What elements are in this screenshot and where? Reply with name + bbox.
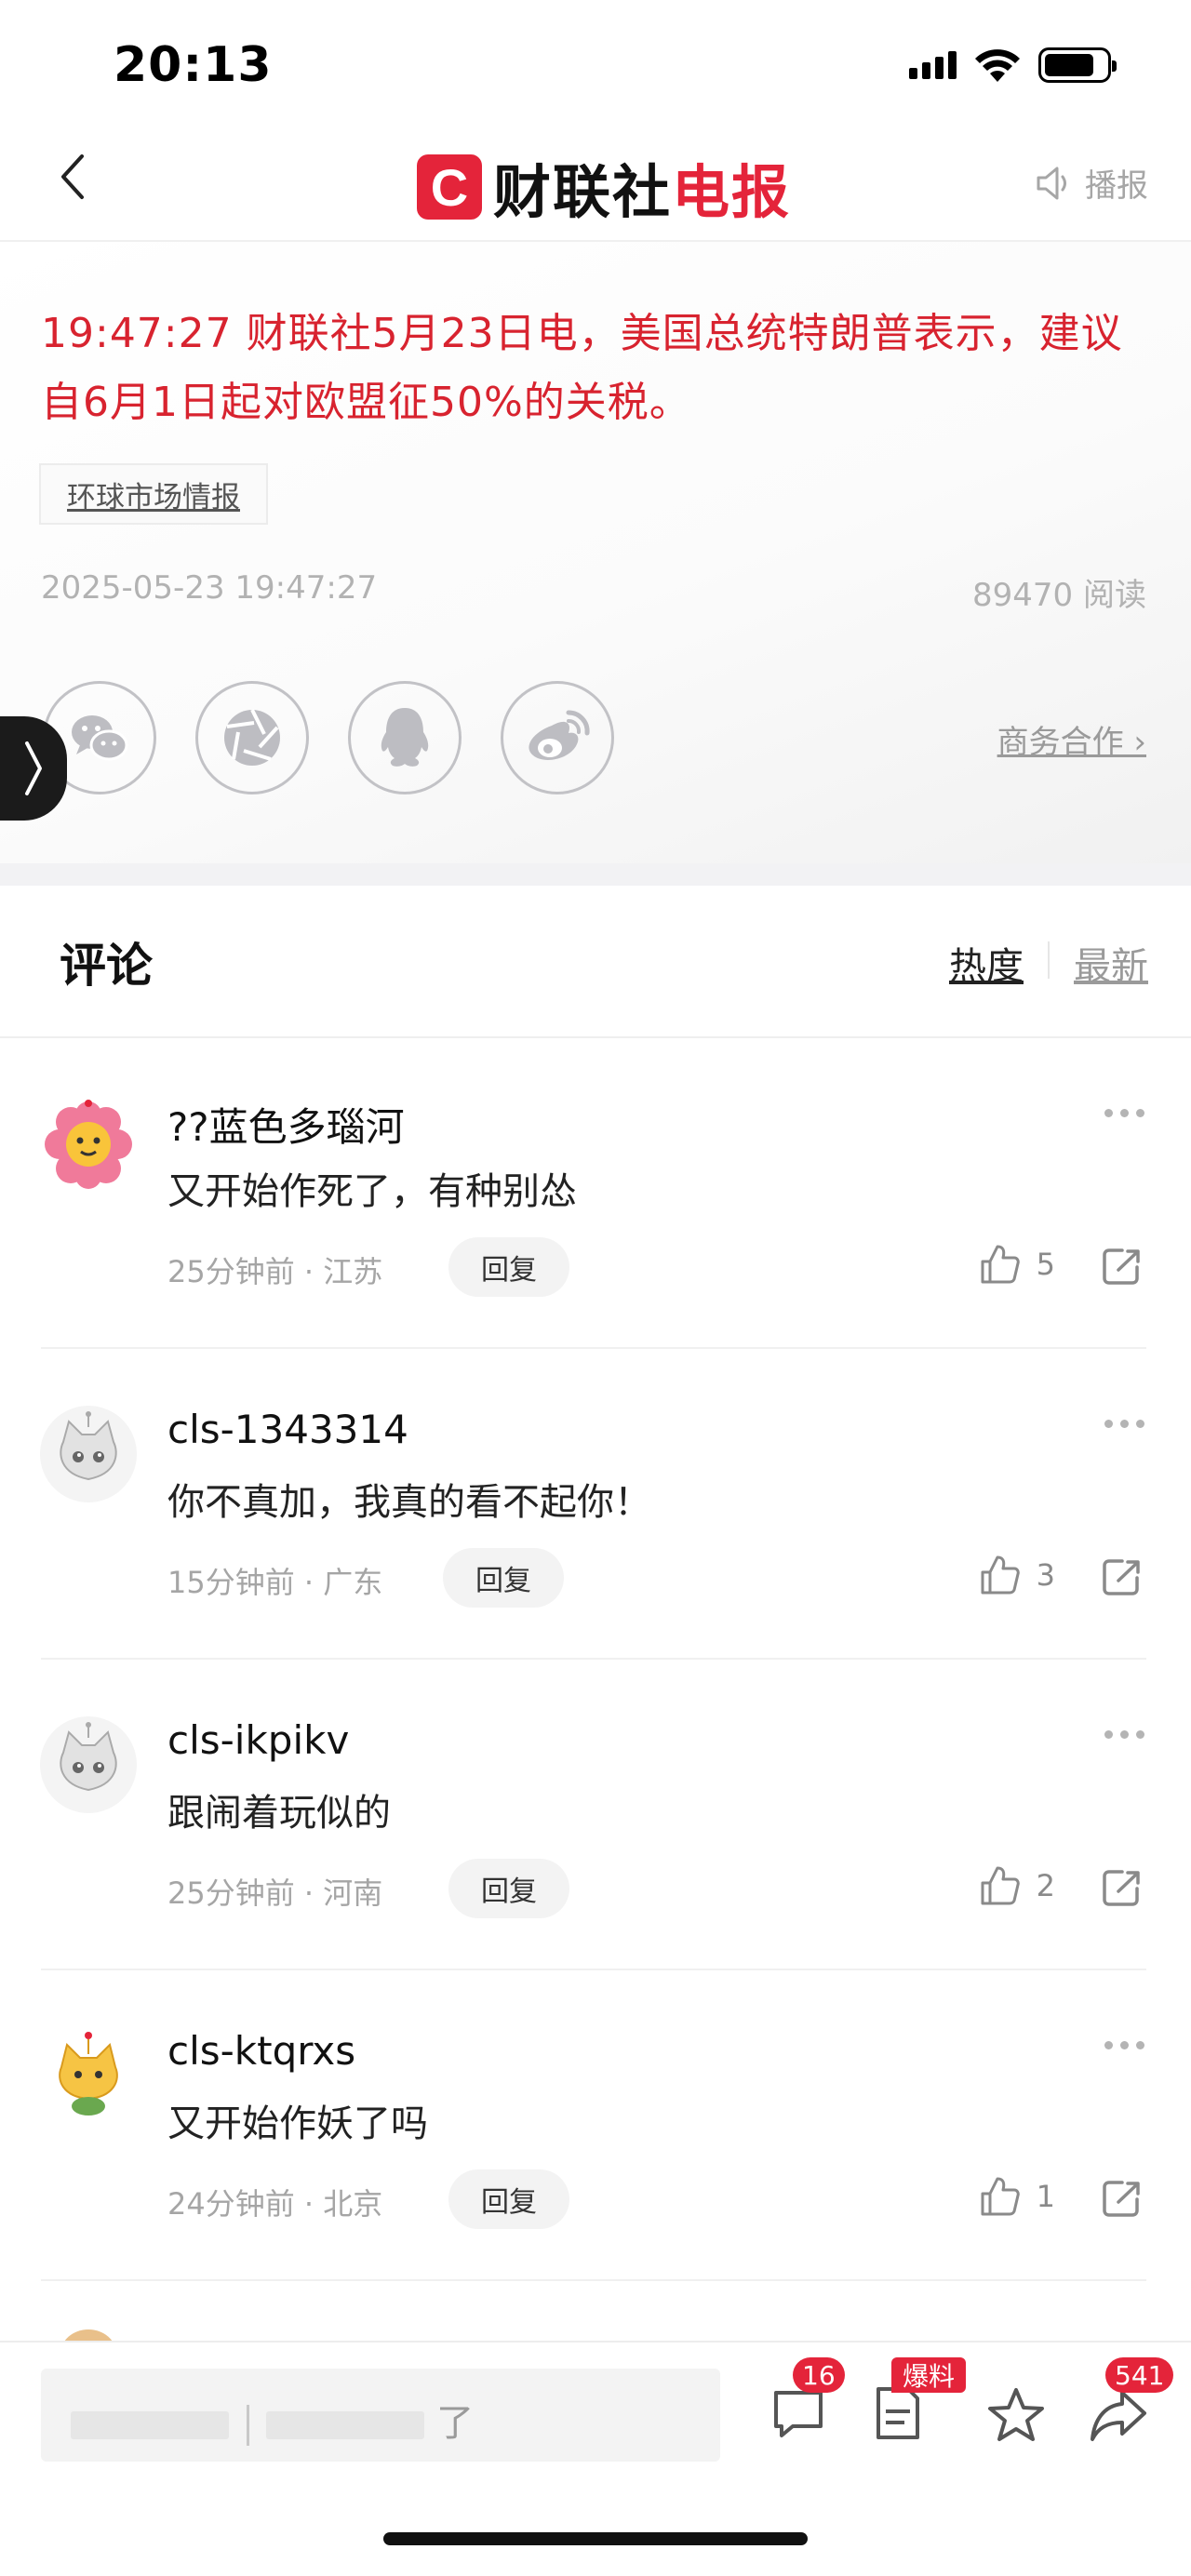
comment-meta: 24分钟前 · 北京	[167, 2186, 383, 2222]
floating-side-tab[interactable]	[0, 716, 67, 821]
like-count: 3	[1036, 1557, 1055, 1593]
section-divider	[0, 863, 1191, 886]
sort-by-hot-tab[interactable]: 热度	[949, 936, 1024, 990]
cellular-signal-icon	[909, 51, 957, 79]
thumbs-up-icon	[981, 1555, 1020, 1595]
comment-item: cls-ikpikv 跟闹着玩似的 25分钟前 · 河南 回复 2	[0, 1660, 1191, 1970]
comment-username[interactable]: cls-ktqrxs	[167, 2028, 355, 2074]
thumbs-up-icon	[981, 1245, 1020, 1284]
weibo-icon	[529, 710, 590, 760]
like-count: 5	[1036, 1247, 1055, 1282]
sort-divider	[1048, 941, 1050, 979]
share-icon[interactable]	[1100, 2177, 1143, 2220]
comment-item: cls-1343314 你不真加，我真的看不起你！ 15分钟前 · 广东 回复 …	[0, 1349, 1191, 1660]
broadcast-button[interactable]: 播报	[1035, 160, 1148, 206]
logo-mark: C	[417, 154, 482, 220]
comment-meta: 25分钟前 · 江苏	[167, 1254, 383, 1289]
like-count: 1	[1036, 2179, 1055, 2214]
article-tag[interactable]: 环球市场情报	[39, 463, 268, 525]
thumbs-up-icon	[981, 1866, 1020, 1905]
share-weibo-button[interactable]	[501, 681, 614, 794]
like-button[interactable]: 5	[979, 1243, 1055, 1286]
share-forward-icon[interactable]	[1089, 2385, 1148, 2445]
sort-by-latest-tab[interactable]: 最新	[1074, 936, 1148, 990]
wifi-icon	[975, 49, 1020, 82]
comment-meta: 15分钟前 · 广东	[167, 1565, 383, 1600]
reply-button[interactable]: 回复	[443, 1548, 564, 1608]
share-icon[interactable]	[1100, 1555, 1143, 1598]
back-icon[interactable]	[50, 149, 95, 205]
comment-input-text: 了	[71, 2393, 474, 2447]
reply-button[interactable]: 回复	[448, 2169, 569, 2229]
status-icons	[909, 47, 1117, 84]
comment-text: 又开始作死了，有种别怂	[167, 1170, 577, 1213]
moments-icon	[224, 709, 280, 766]
comment-username[interactable]: cls-ikpikv	[167, 1717, 349, 1763]
share-moments-button[interactable]	[195, 681, 309, 794]
comment-text: 你不真加，我真的看不起你！	[167, 1481, 651, 1524]
comment-meta: 25分钟前 · 河南	[167, 1875, 383, 1911]
qq-icon	[381, 708, 429, 767]
comment-username[interactable]: ??蓝色多瑙河	[167, 1096, 405, 1153]
chevron-right-icon	[25, 741, 42, 795]
like-button[interactable]: 2	[979, 1864, 1055, 1907]
more-icon[interactable]	[1104, 1420, 1144, 1428]
article-headline: 19:47:27 财联社5月23日电，美国总统特朗普表示，建议自6月1日起对欧盟…	[41, 310, 1123, 426]
comment-divider	[41, 2279, 1146, 2281]
app-logo: C 财联社电报	[417, 145, 791, 229]
more-icon[interactable]	[1104, 1109, 1144, 1117]
like-button[interactable]: 1	[979, 2175, 1055, 2218]
like-count: 2	[1036, 1868, 1055, 1903]
avatar[interactable]	[39, 1715, 138, 1814]
comment-item: ??蓝色多瑙河 又开始作死了，有种别怂 25分钟前 · 江苏 回复 5	[0, 1038, 1191, 1349]
comments-count-badge: 16	[793, 2357, 845, 2393]
read-count: 89470 阅读	[972, 577, 1146, 614]
comment-username[interactable]: cls-1343314	[167, 1407, 408, 1452]
share-count-badge: 541	[1105, 2357, 1174, 2393]
tip-off-badge: 爆料	[891, 2357, 967, 2393]
wechat-icon	[72, 715, 128, 761]
avatar[interactable]	[39, 2026, 138, 2125]
comments-title: 评论	[60, 939, 153, 993]
home-indicator[interactable]	[383, 2532, 808, 2545]
battery-icon	[1038, 47, 1117, 83]
more-icon[interactable]	[1104, 1730, 1144, 1739]
more-icon[interactable]	[1104, 2041, 1144, 2049]
reply-button[interactable]: 回复	[448, 1859, 569, 1918]
avatar[interactable]	[39, 1094, 138, 1193]
share-icon[interactable]	[1100, 1866, 1143, 1909]
thumbs-up-icon	[981, 2177, 1020, 2216]
status-time: 20:13	[114, 37, 273, 93]
speaker-icon	[1037, 167, 1066, 199]
star-icon[interactable]	[986, 2385, 1046, 2445]
comment-text: 又开始作妖了吗	[167, 2102, 428, 2145]
comment-text: 跟闹着玩似的	[167, 1792, 391, 1835]
comment-item: cls-ktqrxs 又开始作妖了吗 24分钟前 · 北京 回复 1	[0, 1970, 1191, 2281]
share-icon[interactable]	[1100, 1245, 1143, 1288]
share-qq-button[interactable]	[348, 681, 462, 794]
logo-text: 财联社电报	[493, 158, 792, 226]
avatar[interactable]	[39, 1405, 138, 1503]
broadcast-label: 播报	[1085, 167, 1148, 205]
reply-button[interactable]: 回复	[448, 1237, 569, 1297]
like-button[interactable]: 3	[979, 1554, 1055, 1596]
article-datetime: 2025-05-23 19:47:27	[41, 569, 378, 607]
business-cooperation-link[interactable]: 商务合作 ›	[997, 716, 1146, 762]
